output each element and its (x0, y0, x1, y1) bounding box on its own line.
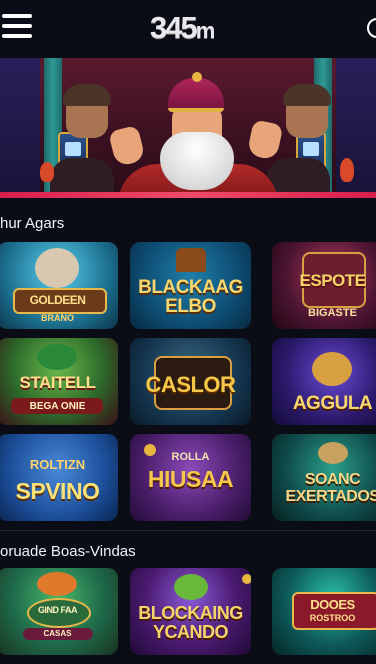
coin-icon (144, 444, 156, 456)
game-tile[interactable]: CASLOR (130, 338, 251, 425)
game-art-emblem (312, 352, 352, 386)
wizard-right-hand (246, 119, 284, 161)
logo-suffix: m (195, 18, 216, 43)
game-tile[interactable]: BLOCKAING YCANDO (130, 568, 251, 655)
game-tile[interactable]: ROLTIZN SPVINO (0, 434, 118, 521)
game-title: BLACKAAG ELBO (138, 277, 243, 317)
banner-accent-bar (0, 192, 376, 198)
game-subtitle: CASAS (43, 629, 72, 638)
game-tile[interactable]: STAITELL BEGA ONIE (0, 338, 118, 425)
game-title: DOOES (310, 597, 355, 612)
game-title: CASLOR (145, 372, 236, 397)
game-subtitle: ROLTIZN (29, 457, 86, 472)
game-title: HIUSAA (147, 466, 234, 492)
game-art-character (35, 248, 79, 288)
game-tile[interactable]: GOLDEEN BRANO (0, 242, 118, 329)
game-tile[interactable]: BLACKAAG ELBO (130, 242, 251, 329)
side-character-hair (63, 84, 111, 106)
game-title: GIND FAA (37, 605, 78, 615)
game-tile[interactable]: AGGULA (272, 338, 376, 425)
game-title: BLOCKAING YCANDO (138, 603, 243, 642)
wizard-beard (160, 132, 234, 190)
game-subtitle: BEGA ONIE (29, 401, 86, 412)
game-title: STAITELL (19, 373, 96, 392)
section-divider (0, 530, 376, 531)
game-title: AGGULA (292, 393, 373, 414)
game-art-emblem (318, 442, 348, 464)
wizard-left-hand (108, 124, 146, 168)
game-title: SPVINO (15, 478, 100, 504)
game-tile[interactable]: DOOES ROSTROO (272, 568, 376, 655)
section-title-1: hur Agars (0, 215, 65, 232)
site-logo[interactable]: 345m (150, 10, 215, 46)
promo-banner[interactable] (0, 58, 376, 198)
user-icon[interactable] (367, 18, 376, 38)
top-bar: 345m (0, 0, 376, 58)
game-title: SOANC EXERTADOS (285, 471, 376, 505)
wizard-hat-jewel (192, 72, 202, 82)
side-character-hair (283, 84, 331, 106)
game-tile[interactable]: ROLLA HIUSAA (130, 434, 251, 521)
game-art-fruit (37, 572, 77, 596)
game-title: ESPOTE (299, 271, 366, 290)
banner-left-wall (0, 58, 40, 198)
logo-main: 345 (150, 10, 198, 45)
hamburger-menu-icon[interactable] (2, 14, 32, 40)
game-tile[interactable]: ESPOTE BIGASTE (272, 242, 376, 329)
game-subtitle: BRANO (41, 313, 74, 323)
game-title: GOLDEEN (29, 293, 86, 307)
coin-icon (242, 574, 251, 584)
game-art-fruit (174, 574, 208, 600)
decor-vase-icon (340, 158, 354, 182)
game-subtitle: ROSTROO (309, 613, 356, 623)
decor-vase-icon (40, 162, 54, 182)
wizard-hat (168, 78, 224, 112)
game-subtitle: BIGASTE (308, 307, 357, 319)
game-tile[interactable]: GIND FAA CASAS (0, 568, 118, 655)
game-art-chest (176, 248, 206, 272)
game-tile[interactable]: SOANC EXERTADOS (272, 434, 376, 521)
game-art-leaf (37, 344, 77, 370)
section-title-2: oruade Boas-Vindas (0, 543, 136, 560)
